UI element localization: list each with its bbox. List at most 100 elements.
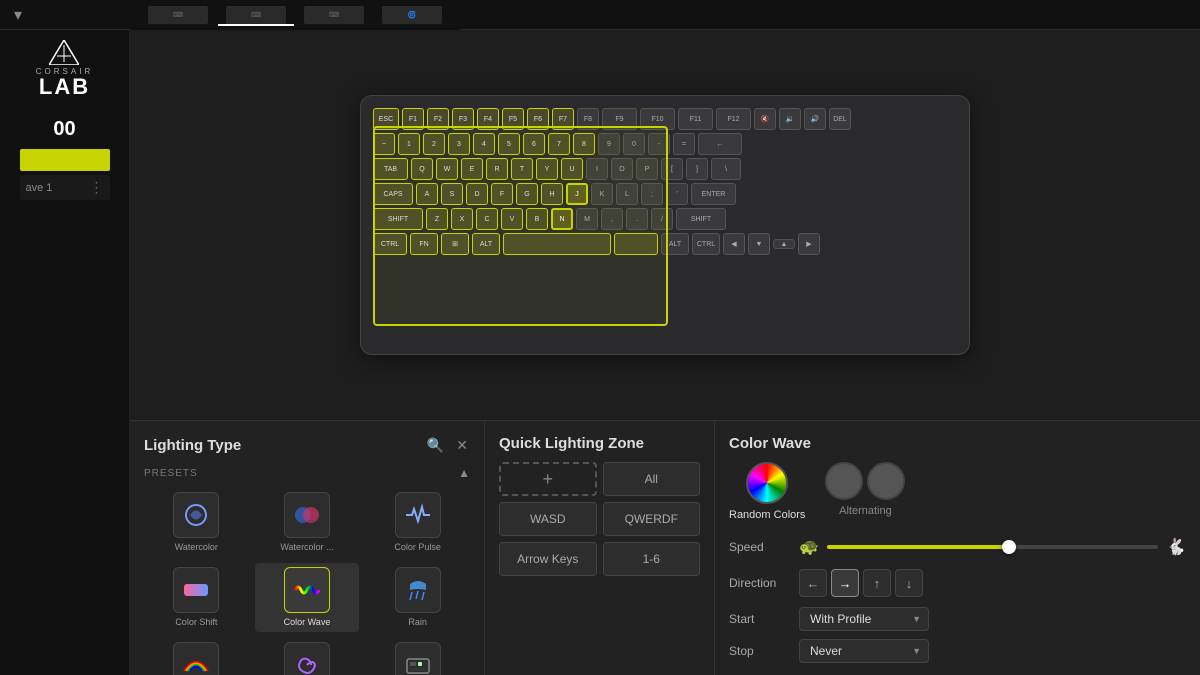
key-q[interactable]: Q [411, 158, 433, 180]
key-f3[interactable]: F3 [452, 108, 474, 130]
key-shift-l[interactable]: SHIFT [373, 208, 423, 230]
key-8[interactable]: 8 [573, 133, 595, 155]
key-f1[interactable]: F1 [402, 108, 424, 130]
key-r[interactable]: R [486, 158, 508, 180]
key-d[interactable]: D [466, 183, 488, 205]
key-n[interactable]: N [551, 208, 573, 230]
key-space[interactable] [503, 233, 611, 255]
key-caps[interactable]: CAPS [373, 183, 413, 205]
presets-collapse-btn[interactable]: ▲ [458, 466, 470, 480]
key-y[interactable]: Y [536, 158, 558, 180]
key-f5[interactable]: F5 [502, 108, 524, 130]
key-quote[interactable]: ' [666, 183, 688, 205]
key-c[interactable]: C [476, 208, 498, 230]
zone-add-btn[interactable]: + [499, 462, 597, 496]
key-1[interactable]: 1 [398, 133, 420, 155]
key-f11[interactable]: F11 [678, 108, 713, 130]
key-u[interactable]: U [561, 158, 583, 180]
key-up[interactable]: ▲ [773, 239, 795, 249]
device-tab-3[interactable]: ⌨ [296, 4, 372, 26]
key-mute[interactable]: 🔇 [754, 108, 776, 130]
device-tab-2[interactable]: ⌨ [218, 4, 294, 26]
key-f[interactable]: F [491, 183, 513, 205]
key-ctrl-r[interactable]: CTRL [692, 233, 720, 255]
key-7[interactable]: 7 [548, 133, 570, 155]
lighting-close-btn[interactable]: ✕ [454, 435, 470, 456]
key-f12[interactable]: F12 [716, 108, 751, 130]
key-f7[interactable]: F7 [552, 108, 574, 130]
key-s[interactable]: S [441, 183, 463, 205]
key-9[interactable]: 9 [598, 133, 620, 155]
key-alt-l[interactable]: ALT [472, 233, 500, 255]
key-equals[interactable]: = [673, 133, 695, 155]
preset-color-shift[interactable]: Color Shift [144, 563, 249, 632]
key-slash[interactable]: / [651, 208, 673, 230]
key-esc[interactable]: ESC [373, 108, 399, 130]
preset-type-lighting[interactable]: Type Lighting [365, 638, 470, 675]
preset-color-pulse[interactable]: Color Pulse [365, 488, 470, 557]
key-f2[interactable]: F2 [427, 108, 449, 130]
key-i[interactable]: I [586, 158, 608, 180]
sidebar-profile-item[interactable]: ave 1 ⋮ [20, 175, 110, 200]
key-t[interactable]: T [511, 158, 533, 180]
sidebar-profile-menu[interactable]: ⋮ [90, 179, 104, 196]
key-semicolon[interactable]: ; [641, 183, 663, 205]
dir-up-btn[interactable]: ↑ [863, 569, 891, 597]
key-f6[interactable]: F6 [527, 108, 549, 130]
key-tilde[interactable]: ~ [373, 133, 395, 155]
key-period[interactable]: . [626, 208, 648, 230]
key-fn[interactable]: FN [410, 233, 438, 255]
key-6[interactable]: 6 [523, 133, 545, 155]
zone-all-btn[interactable]: All [603, 462, 701, 496]
key-a[interactable]: A [416, 183, 438, 205]
preset-watercolor[interactable]: Watercolor [144, 488, 249, 557]
lighting-search-btn[interactable]: 🔍 [425, 435, 446, 456]
key-0[interactable]: 0 [623, 133, 645, 155]
key-alt-r[interactable]: ALT [661, 233, 689, 255]
key-f8[interactable]: F8 [577, 108, 599, 130]
key-j[interactable]: J [566, 183, 588, 205]
preset-color-wave[interactable]: Color Wave [255, 563, 360, 632]
key-backspace[interactable]: ← [698, 133, 742, 155]
color-option-random[interactable]: Random Colors [729, 462, 805, 521]
key-vol-up[interactable]: 🔊 [804, 108, 826, 130]
preset-rain[interactable]: Rain [365, 563, 470, 632]
key-ctrl-l[interactable]: CTRL [373, 233, 407, 255]
key-e[interactable]: E [461, 158, 483, 180]
key-l[interactable]: L [616, 183, 638, 205]
device-tab-1[interactable]: ⌨ [140, 4, 216, 26]
key-2[interactable]: 2 [423, 133, 445, 155]
key-m[interactable]: M [576, 208, 598, 230]
key-f9[interactable]: F9 [602, 108, 637, 130]
zone-wasd-btn[interactable]: WASD [499, 502, 597, 536]
zone-qwerdf-btn[interactable]: QWERDF [603, 502, 701, 536]
key-tab[interactable]: TAB [373, 158, 408, 180]
preset-watercolor2[interactable]: Watercolor ... [255, 488, 360, 557]
speed-slider-thumb[interactable] [1002, 540, 1016, 554]
key-bracket-l[interactable]: [ [661, 158, 683, 180]
key-h[interactable]: H [541, 183, 563, 205]
key-vol-ctrl[interactable]: ◀ [723, 233, 745, 255]
start-dropdown[interactable]: With Profile Never Always [799, 607, 929, 631]
key-v[interactable]: V [501, 208, 523, 230]
zone-1-6-btn[interactable]: 1-6 [603, 542, 701, 576]
key-vol-down[interactable]: 🔉 [779, 108, 801, 130]
color-option-alternating[interactable]: Alternating [825, 462, 905, 521]
key-enter[interactable]: ENTER [691, 183, 736, 205]
key-p[interactable]: P [636, 158, 658, 180]
key-4[interactable]: 4 [473, 133, 495, 155]
key-bracket-r[interactable]: ] [686, 158, 708, 180]
stop-dropdown[interactable]: Never Always With Profile [799, 639, 929, 663]
key-3[interactable]: 3 [448, 133, 470, 155]
zone-arrow-keys-btn[interactable]: Arrow Keys [499, 542, 597, 576]
key-f10[interactable]: F10 [640, 108, 675, 130]
preset-spiral-rainb[interactable]: Spiral Rainb... [255, 638, 360, 675]
dir-right-btn[interactable]: → [831, 569, 859, 597]
key-del[interactable]: DEL [829, 108, 851, 130]
key-nav3[interactable]: ▶ [798, 233, 820, 255]
key-space2[interactable] [614, 233, 658, 255]
key-win[interactable]: ⊞ [441, 233, 469, 255]
speed-slider-track[interactable] [827, 545, 1158, 549]
key-o[interactable]: O [611, 158, 633, 180]
key-backslash[interactable]: \ [711, 158, 741, 180]
